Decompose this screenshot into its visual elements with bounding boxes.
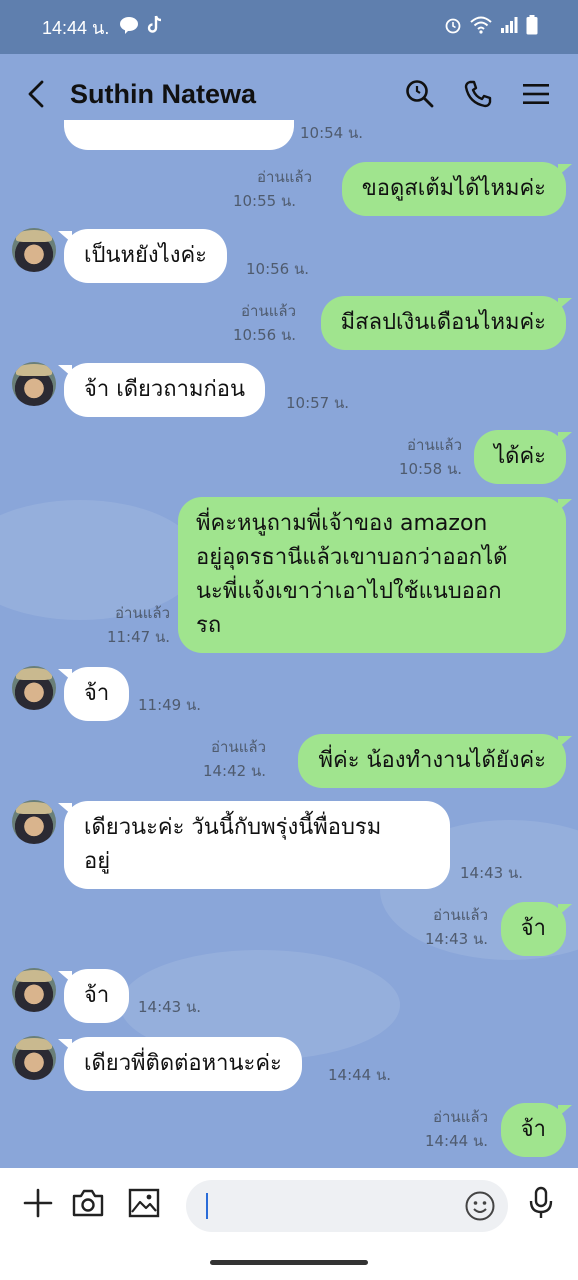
message-read-status: อ่านแล้ว <box>241 302 296 320</box>
status-time: 14:44 น. <box>42 17 110 38</box>
message-time: 10:58 น. <box>398 460 462 478</box>
menu-icon[interactable] <box>520 78 552 110</box>
message-time: 11:49 น. <box>138 696 202 714</box>
message-read-status: อ่านแล้ว <box>115 604 170 622</box>
message-line: นะพี่แจ้งเขาว่าเอาไปใช้แนบออก <box>196 579 502 604</box>
message-time: 14:43 น. <box>424 930 488 948</box>
message-bubble-outgoing[interactable]: พี่คะหนูถามพี่เจ้าของ amazon อยู่อุดรธาน… <box>178 497 572 653</box>
wifi-icon <box>470 16 492 39</box>
message-time: 10:57 น. <box>286 394 350 412</box>
message-bubble-outgoing[interactable]: จ้า <box>500 1103 573 1157</box>
line-icon <box>119 16 139 39</box>
contact-avatar[interactable] <box>12 800 56 844</box>
message-time: 10:56 น. <box>246 260 310 278</box>
message-time: 14:42 น. <box>202 762 266 780</box>
image-icon[interactable] <box>127 1186 161 1220</box>
emoji-icon[interactable] <box>464 1190 496 1222</box>
message-bubble-outgoing[interactable]: มีสลปเงินเดือนไหมค่ะ <box>320 296 573 350</box>
background-cloud <box>0 500 200 620</box>
message-line: พี่คะหนูถามพี่เจ้าของ amazon <box>196 511 488 536</box>
message-bubble-incoming[interactable]: จ้า <box>57 969 130 1023</box>
chat-area[interactable]: 10:54 น. อ่านแล้ว 10:55 น. ขอดูสเต้มได้ไ… <box>0 120 578 1168</box>
message-bubble-incoming[interactable]: เดียวนะค่ะ วันนี้กับพรุ่งนี้พื่อบรม อยู่ <box>58 801 450 889</box>
alarm-icon <box>444 16 462 39</box>
status-bar: 14:44 น. <box>0 0 578 54</box>
message-bubble-incoming[interactable] <box>64 120 294 150</box>
message-time: 11:47 น. <box>106 628 170 646</box>
message-time: 14:44 น. <box>328 1066 392 1084</box>
message-time: 14:43 น. <box>138 998 202 1016</box>
plus-icon[interactable] <box>21 1186 55 1220</box>
message-composer <box>0 1168 578 1280</box>
message-line: รถ <box>196 613 222 638</box>
message-time: 10:56 น. <box>232 326 296 344</box>
message-bubble-outgoing[interactable]: ขอดูสเต้มได้ไหมค่ะ <box>341 162 573 216</box>
message-bubble-incoming[interactable]: จ้า เดียวถามก่อน <box>57 363 266 417</box>
message-input[interactable] <box>186 1180 508 1232</box>
camera-icon[interactable] <box>71 1186 105 1220</box>
message-read-status: อ่านแล้ว <box>257 168 312 186</box>
message-line: อยู่ <box>84 849 111 874</box>
message-bubble-outgoing[interactable]: จ้า <box>500 902 573 956</box>
text-caret <box>206 1193 208 1219</box>
message-bubble-outgoing[interactable]: พี่ค่ะ น้องทำงานได้ยังค่ะ <box>298 734 572 788</box>
message-read-status: อ่านแล้ว <box>433 1108 488 1126</box>
signal-icon <box>500 16 518 39</box>
contact-avatar[interactable] <box>12 362 56 406</box>
message-read-status: อ่านแล้ว <box>433 906 488 924</box>
message-time: 10:54 น. <box>300 124 364 142</box>
message-read-status: อ่านแล้ว <box>407 436 462 454</box>
message-bubble-incoming[interactable]: จ้า <box>57 667 130 721</box>
home-indicator[interactable] <box>210 1260 368 1265</box>
back-icon[interactable] <box>26 74 56 114</box>
message-read-status: อ่านแล้ว <box>211 738 266 756</box>
contact-avatar[interactable] <box>12 228 56 272</box>
contact-name[interactable]: Suthin Natewa <box>70 79 256 110</box>
contact-avatar[interactable] <box>12 1036 56 1080</box>
message-line: เดียวนะค่ะ วันนี้กับพรุ่งนี้พื่อบรม <box>84 815 382 840</box>
message-time: 14:43 น. <box>460 864 524 882</box>
search-icon[interactable] <box>404 78 436 110</box>
message-bubble-incoming[interactable]: เดียวพี่ติดต่อหานะค่ะ <box>58 1037 302 1091</box>
message-time: 14:44 น. <box>424 1132 488 1150</box>
phone-icon[interactable] <box>462 78 494 110</box>
microphone-icon[interactable] <box>524 1186 558 1220</box>
message-bubble-outgoing[interactable]: ได้ค่ะ <box>474 430 572 484</box>
message-line: อยู่อุดรธานีแล้วเขาบอกว่าออกได้ <box>196 545 508 570</box>
contact-avatar[interactable] <box>12 666 56 710</box>
tiktok-icon <box>147 15 163 40</box>
contact-avatar[interactable] <box>12 968 56 1012</box>
message-time: 10:55 น. <box>232 192 296 210</box>
battery-icon <box>526 14 538 40</box>
message-bubble-incoming[interactable]: เป็นหยังไงค่ะ <box>58 229 227 283</box>
